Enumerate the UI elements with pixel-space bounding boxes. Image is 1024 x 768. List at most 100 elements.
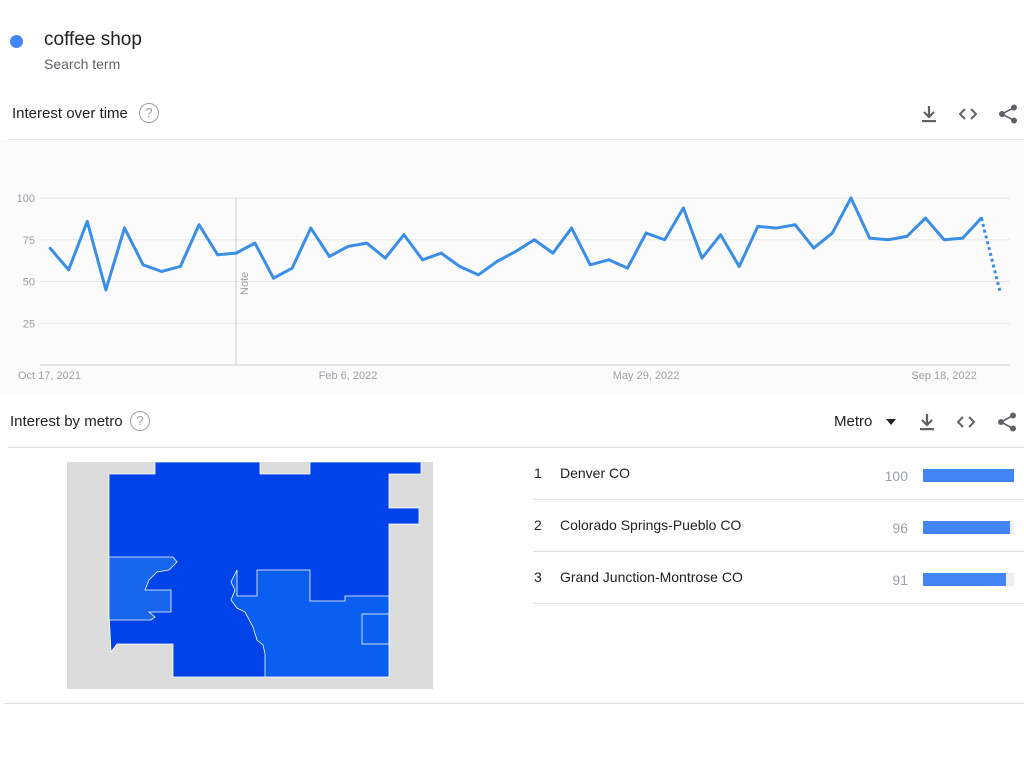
metro-name: Denver CO: [560, 465, 631, 481]
data-point: [458, 265, 462, 268]
data-point: [402, 233, 406, 237]
data-point: [570, 226, 573, 230]
value-bar: [923, 469, 1014, 482]
metro-name: Colorado Springs-Pueblo CO: [560, 517, 742, 533]
data-point: [178, 265, 182, 268]
y-tick-label: 100: [17, 193, 35, 205]
data-point: [626, 266, 629, 270]
data-point: [700, 256, 704, 260]
dropdown-arrow-icon[interactable]: [885, 418, 897, 426]
line-chart-svg: 25 50 75 100 Note Oct 17, 2021 Feb 6, 2022 May …: [17, 193, 1010, 382]
search-term-subtitle: Search term: [44, 56, 121, 72]
search-term-card[interactable]: coffee shop Search term: [0, 18, 160, 88]
data-point: [588, 263, 592, 267]
data-point: [48, 246, 52, 250]
list-item[interactable]: 3 Grand Junction-Montrose CO 91: [533, 552, 1024, 604]
data-point: [272, 276, 275, 280]
data-point: [290, 266, 294, 270]
data-point: [775, 226, 778, 230]
embed-icon[interactable]: [957, 103, 979, 125]
interest-over-time-chart: 25 50 75 100 Note Oct 17, 2021 Feb 6, 2022 May …: [0, 140, 1024, 395]
data-point: [365, 241, 369, 245]
x-tick-label: May 29, 2022: [613, 370, 680, 382]
interest-by-metro-title: Interest by metro: [10, 413, 123, 430]
data-point: [830, 231, 834, 235]
x-tick-label: Oct 17, 2021: [18, 370, 81, 382]
data-point: [234, 251, 238, 255]
rank-number: 3: [534, 569, 542, 585]
embed-icon[interactable]: [955, 411, 977, 433]
rank-number: 2: [534, 517, 542, 533]
data-point: [253, 241, 257, 245]
y-tick-label: 75: [23, 235, 35, 247]
data-point: [123, 226, 126, 230]
colorado-metro-map[interactable]: [67, 461, 433, 689]
help-icon[interactable]: ?: [130, 411, 150, 431]
series-line: [48, 196, 983, 292]
data-point: [868, 236, 872, 240]
metro-value: 91: [892, 572, 908, 588]
series-color-dot: [10, 35, 23, 48]
data-point: [383, 256, 387, 260]
data-point: [551, 251, 555, 255]
download-icon[interactable]: [916, 411, 938, 433]
share-icon[interactable]: [996, 411, 1018, 433]
bottom-divider: [4, 703, 1024, 704]
data-point: [607, 258, 611, 262]
data-point: [67, 268, 71, 272]
interest-over-time-title: Interest over time: [12, 105, 128, 122]
y-tick-label: 25: [23, 318, 35, 330]
data-point: [905, 235, 909, 238]
data-point: [197, 223, 201, 227]
data-point: [532, 238, 536, 242]
download-icon[interactable]: [918, 103, 940, 125]
data-point: [849, 196, 853, 200]
metro-name: Grand Junction-Montrose CO: [560, 569, 743, 585]
value-bar-track: [923, 573, 1014, 586]
y-tick-label: 50: [23, 277, 35, 289]
data-point: [309, 226, 313, 230]
data-point: [328, 255, 331, 258]
partial-data-line: [979, 217, 1002, 292]
value-bar-track: [923, 469, 1014, 482]
data-point: [216, 253, 220, 257]
metro-selector[interactable]: Metro: [834, 413, 872, 430]
value-bar: [923, 521, 1011, 534]
share-icon[interactable]: [997, 103, 1019, 125]
value-bar: [923, 573, 1006, 586]
x-tick-label: Sep 18, 2022: [911, 370, 976, 382]
data-point: [681, 206, 685, 210]
data-point: [644, 231, 648, 235]
data-point: [160, 270, 164, 273]
list-item[interactable]: 2 Colorado Springs-Pueblo CO 96: [533, 500, 1024, 552]
interest-over-time-header: Interest over time ?: [0, 92, 1024, 138]
help-icon[interactable]: ?: [139, 103, 159, 123]
list-item[interactable]: 1 Denver CO 100: [533, 448, 1024, 500]
data-point: [793, 223, 797, 227]
data-point: [346, 245, 350, 248]
data-point: [421, 258, 424, 262]
data-point: [924, 216, 927, 220]
metro-value: 96: [892, 520, 908, 536]
data-point: [104, 288, 108, 292]
data-point: [756, 224, 760, 228]
data-point: [85, 219, 89, 223]
metro-ranking-list: 1 Denver CO 100 2 Colorado Springs-Puebl…: [533, 448, 1024, 604]
value-bar-track: [923, 521, 1014, 534]
data-point: [961, 236, 965, 240]
search-term-name: coffee shop: [44, 29, 142, 50]
interest-by-metro-header: Interest by metro ? Metro: [0, 400, 1024, 446]
data-point: [439, 251, 443, 255]
data-point: [886, 238, 890, 242]
map-svg: [67, 461, 433, 689]
data-point: [495, 260, 499, 263]
data-point: [737, 265, 741, 268]
data-point: [812, 246, 816, 250]
rank-number: 1: [534, 465, 542, 481]
metro-selector-label: Metro: [834, 413, 873, 430]
data-point: [141, 263, 145, 267]
data-point: [477, 273, 480, 277]
metro-value: 100: [884, 468, 908, 484]
note-label: Note: [239, 272, 251, 295]
x-tick-label: Feb 6, 2022: [319, 370, 378, 382]
